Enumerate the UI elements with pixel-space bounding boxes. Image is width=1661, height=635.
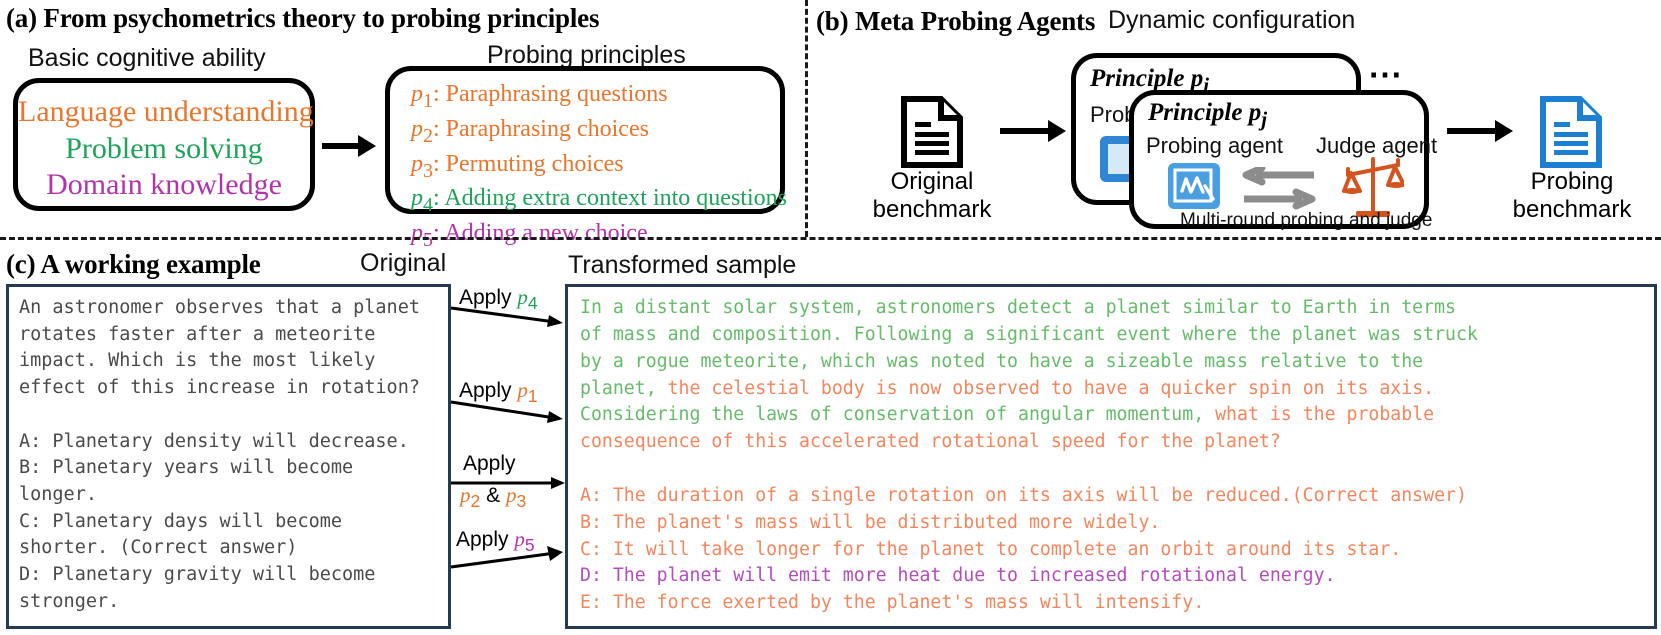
principle-card-front-title: Principle pj <box>1148 99 1267 132</box>
apply-principle-sub: 2 <box>470 491 481 512</box>
transformed-column-label: Transformed sample <box>568 251 797 279</box>
multi-round-label: Multi-round probing and judge <box>1180 210 1433 231</box>
principle-var: p <box>411 150 423 177</box>
principle-var: p <box>411 185 423 212</box>
apply-label-3: Apply <box>463 452 516 476</box>
original-benchmark-doc-icon <box>901 96 963 173</box>
apply-arrow-icon-1 <box>450 306 563 327</box>
apply-principle-var-2: p <box>505 483 517 507</box>
transformed-segment-5: E: The force exerted by the planet's mas… <box>580 592 1205 614</box>
panel-c-title: (c) A working example <box>6 249 261 279</box>
principle-item: p1: Paraphrasing questions <box>411 79 780 114</box>
principle-sub: 2 <box>423 124 433 147</box>
panel-divider-horizontal <box>0 237 1661 240</box>
ellipsis-dots: ⋯ <box>1368 56 1404 94</box>
principle-sub: 3 <box>423 159 433 182</box>
ability-item: Problem solving <box>65 131 263 165</box>
panel-a-title: (a) From psychometrics theory to probing… <box>6 3 600 33</box>
principle-text: : Paraphrasing questions <box>433 81 668 107</box>
principle-text: : Adding a new choice <box>433 220 648 247</box>
principle-text: : Adding extra context into questions <box>433 185 787 212</box>
principle-sub: 1 <box>423 89 433 112</box>
principle-prefix: Principle <box>1148 99 1243 126</box>
principle-item: p5: Adding a new choice <box>411 218 780 253</box>
original-benchmark-caption: Original benchmark <box>872 168 992 225</box>
transformed-sample-box[interactable]: In a distant solar system, astronomers d… <box>565 284 1657 629</box>
ability-item: Language understanding <box>18 95 314 128</box>
transformed-segment-4: D: The planet will emit more heat due to… <box>580 565 1336 587</box>
caption-line: Original <box>890 168 974 195</box>
exchange-arrows-icon <box>1242 164 1316 216</box>
principle-prefix: Principle <box>1090 65 1185 92</box>
apply-principle-sub-2: 3 <box>516 491 527 512</box>
principle-sub: j <box>1261 107 1267 131</box>
apply-label-3-principles: p2 & p3 <box>460 483 526 512</box>
principle-item: p2: Paraphrasing choices <box>411 114 780 149</box>
dynamic-configuration-label: Dynamic configuration <box>1108 6 1356 34</box>
original-column-label: Original <box>360 249 447 277</box>
principle-text: : Paraphrasing choices <box>433 115 649 142</box>
principle-var: p <box>1190 65 1204 92</box>
principle-text: : Permuting choices <box>433 150 624 177</box>
panel-b-title: (b) Meta Probing Agents <box>816 6 1096 36</box>
principle-var: p <box>411 115 423 142</box>
caption-line: benchmark <box>1512 196 1632 224</box>
apply-amp: & <box>486 484 501 507</box>
panel-a-left-label: Basic cognitive ability <box>28 44 266 72</box>
transformed-segment-2: Considering the laws of conservation of … <box>580 404 1216 426</box>
panel-divider-vertical <box>805 0 808 237</box>
apply-word: Apply <box>463 452 516 475</box>
original-sample-box[interactable]: An astronomer observes that a planet rot… <box>6 284 451 629</box>
principle-card-front[interactable]: Principle pj Probing agent Judge agent M… <box>1129 90 1437 231</box>
original-sample-text: An astronomer observes that a planet rot… <box>19 297 420 612</box>
transformed-sample-text: In a distant solar system, astronomers d… <box>568 287 1654 617</box>
basic-cognitive-ability-box: Language understanding Problem solving D… <box>13 78 315 211</box>
ability-item: Domain knowledge <box>46 168 282 202</box>
transformed-segment-3: what is the probable consequence of this… <box>580 404 1467 560</box>
caption-line: Probing <box>1530 168 1614 195</box>
transformed-segment-1: the celestial body is now observed to ha… <box>667 377 1435 399</box>
probing-benchmark-doc-icon <box>1540 96 1602 173</box>
probing-benchmark-caption: Probing benchmark <box>1512 168 1632 225</box>
principle-var: p <box>411 220 423 247</box>
principle-var: p <box>411 81 423 107</box>
probing-agent-label: Probing agent <box>1146 133 1283 158</box>
principle-item: p3: Permuting choices <box>411 149 780 184</box>
caption-line: benchmark <box>872 196 992 224</box>
apply-arrow-icon-4 <box>450 546 563 569</box>
apply-arrow-icon-2 <box>450 400 563 423</box>
principle-var: p <box>1248 99 1262 126</box>
principle-item: p4: Adding extra context into questions <box>411 183 787 218</box>
apply-principle-var: p <box>460 483 471 507</box>
probing-principles-box: p1: Paraphrasing questions p2: Paraphras… <box>385 66 787 251</box>
principle-sub: 4 <box>423 194 433 217</box>
